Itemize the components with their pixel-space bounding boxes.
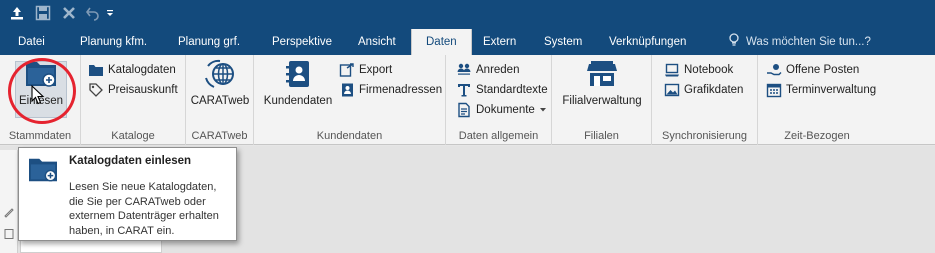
close-icon[interactable] — [59, 3, 79, 23]
offene-posten-button[interactable]: Offene Posten — [766, 61, 859, 79]
tab-extern[interactable]: Extern — [483, 27, 516, 55]
tab-daten[interactable]: Daten — [411, 29, 472, 56]
folder-import-icon — [29, 158, 57, 182]
kundendaten-label: Kundendaten — [263, 95, 333, 107]
notebook-icon — [665, 63, 679, 77]
save-icon[interactable] — [33, 3, 53, 23]
group-label-stammdaten: Stammdaten — [8, 130, 72, 142]
grafikdaten-label: Grafikdaten — [684, 84, 744, 96]
export-label: Export — [359, 64, 393, 76]
tab-verknuepfungen[interactable]: Verknüpfungen — [609, 27, 686, 55]
group-zeit-bezogen: Offene Posten Terminverwaltung Zeit-Bezo… — [758, 55, 876, 145]
group-label-daten-allgemein: Daten allgemein — [458, 130, 539, 142]
anreden-label: Anreden — [476, 64, 520, 76]
katalogdaten-label: Katalogdaten — [108, 64, 176, 76]
group-label-filialen: Filialen — [584, 130, 619, 142]
tab-planung-kfm[interactable]: Planung kfm. — [80, 27, 147, 55]
export-button[interactable]: Export — [339, 61, 392, 79]
mouse-cursor-icon — [31, 85, 45, 105]
address-book-icon — [286, 61, 309, 87]
title-bar — [0, 0, 935, 27]
filialverwaltung-label: Filialverwaltung — [562, 95, 642, 107]
text-icon — [458, 84, 470, 97]
group-filialen: Filialverwaltung Filialen — [552, 55, 652, 145]
page-icon[interactable] — [3, 228, 15, 240]
group-label-caratweb: CARATweb — [191, 130, 248, 142]
lightbulb-icon — [729, 33, 739, 46]
offene-posten-label: Offene Posten — [786, 64, 860, 76]
globe-icon — [205, 59, 234, 88]
left-tool-strip — [0, 150, 18, 253]
firmenadressen-button[interactable]: Firmenadressen — [339, 81, 442, 99]
preisauskunft-button[interactable]: Preisauskunft — [88, 81, 178, 99]
dokumente-dropdown[interactable]: Dokumente — [456, 101, 547, 119]
caratweb-label: CARATweb — [190, 95, 250, 107]
group-label-kundendaten: Kundendaten — [316, 130, 383, 142]
caratweb-button[interactable]: CARATweb — [190, 58, 250, 107]
payment-hand-icon — [767, 64, 782, 76]
tab-system[interactable]: System — [544, 27, 582, 55]
tell-me-search[interactable]: Was möchten Sie tun...? — [728, 27, 871, 55]
store-icon — [587, 61, 617, 86]
ribbon: Stammdaten Katalogdaten Preisauskunft Ka… — [0, 55, 935, 145]
notebook-label: Notebook — [684, 64, 734, 76]
group-kataloge: Katalogdaten Preisauskunft Kataloge — [81, 55, 186, 145]
undo-icon[interactable] — [83, 3, 103, 23]
grafikdaten-button[interactable]: Grafikdaten — [664, 81, 743, 99]
price-tag-icon — [89, 83, 103, 97]
tell-me-text: Was möchten Sie tun...? — [746, 36, 871, 48]
group-daten-allgemein: Anreden Standardtexte Dokumente Daten al… — [446, 55, 552, 145]
image-icon — [664, 83, 680, 97]
tab-datei[interactable]: Datei — [18, 27, 45, 55]
calendar-icon — [766, 83, 782, 98]
people-icon — [457, 63, 471, 75]
tooltip-title: Katalogdaten einlesen — [69, 155, 192, 167]
dokumente-label: Dokumente — [476, 104, 535, 116]
pencil-icon[interactable] — [3, 206, 15, 218]
ribbon-tab-bar: Datei Planung kfm. Planung grf. Perspekt… — [0, 27, 935, 56]
group-label-kataloge: Kataloge — [111, 130, 155, 142]
document-icon — [458, 102, 470, 118]
preisauskunft-label: Preisauskunft — [108, 84, 178, 96]
anreden-button[interactable]: Anreden — [456, 61, 519, 79]
export-icon — [339, 63, 354, 77]
terminverwaltung-button[interactable]: Terminverwaltung — [766, 81, 876, 99]
group-kundendaten: Kundendaten Export Firmenadressen Kunden… — [254, 55, 446, 145]
standardtexte-label: Standardtexte — [476, 84, 548, 96]
standardtexte-button[interactable]: Standardtexte — [456, 81, 548, 99]
customize-dropdown-icon[interactable] — [104, 3, 116, 23]
tab-planung-grf[interactable]: Planung grf. — [178, 27, 240, 55]
group-caratweb: CARATweb CARATweb — [186, 55, 254, 145]
group-synchronisierung: Notebook Grafikdaten Synchronisierung — [652, 55, 758, 145]
tab-ansicht[interactable]: Ansicht — [358, 27, 396, 55]
notebook-button[interactable]: Notebook — [664, 61, 733, 79]
group-label-zeit-bezogen: Zeit-Bezogen — [784, 130, 850, 142]
upload-icon[interactable] — [7, 3, 27, 23]
chevron-down-icon — [539, 108, 546, 112]
kundendaten-button[interactable]: Kundendaten — [260, 58, 336, 107]
contact-card-icon — [342, 83, 353, 97]
folder-icon — [89, 65, 103, 76]
tooltip-body: Lesen Sie neue Katalogdaten, die Sie per… — [69, 181, 219, 237]
tooltip: Katalogdaten einlesen Lesen Sie neue Kat… — [18, 147, 237, 241]
terminverwaltung-label: Terminverwaltung — [786, 84, 877, 96]
firmenadressen-label: Firmenadressen — [359, 84, 443, 96]
katalogdaten-button[interactable]: Katalogdaten — [88, 61, 176, 79]
group-label-synchronisierung: Synchronisierung — [662, 130, 747, 142]
filialverwaltung-button[interactable]: Filialverwaltung — [558, 58, 646, 107]
tab-perspektive[interactable]: Perspektive — [272, 27, 332, 55]
